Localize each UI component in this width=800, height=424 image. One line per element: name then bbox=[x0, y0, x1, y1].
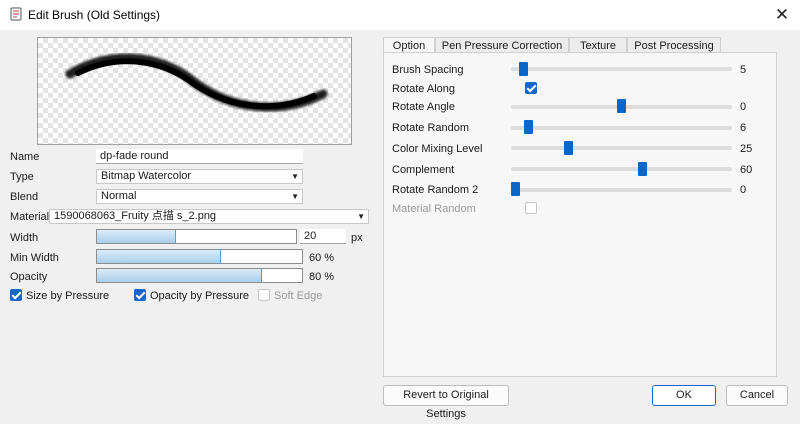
brush-preview bbox=[37, 37, 352, 145]
complement-slider-thumb[interactable] bbox=[638, 162, 648, 176]
material-random-label: Material Random bbox=[392, 203, 476, 215]
rotate-random-label: Rotate Random bbox=[392, 122, 470, 134]
opacity-label: Opacity bbox=[10, 271, 48, 283]
opacity-value: 80 % bbox=[309, 271, 335, 283]
cancel-button[interactable]: Cancel bbox=[726, 385, 788, 406]
material-label: Material bbox=[10, 211, 50, 223]
chevron-down-icon: ▼ bbox=[291, 172, 299, 181]
rotate-angle-label: Rotate Angle bbox=[392, 101, 455, 113]
brush-spacing-slider-thumb[interactable] bbox=[519, 62, 529, 76]
opacity-by-pressure-checkbox[interactable] bbox=[134, 289, 146, 301]
brush-spacing-track[interactable] bbox=[511, 67, 732, 71]
rotate-angle-slider-thumb[interactable] bbox=[617, 99, 626, 113]
blend-label: Blend bbox=[10, 191, 39, 203]
rotate-random-2-value: 0 bbox=[740, 184, 747, 196]
tab-post-processing[interactable]: Post Processing bbox=[627, 37, 721, 53]
type-select[interactable]: Bitmap Watercolor ▼ bbox=[96, 169, 303, 184]
revert-button[interactable]: Revert to Original Settings bbox=[383, 385, 509, 420]
blend-select-value: Normal bbox=[101, 190, 137, 202]
width-label: Width bbox=[10, 232, 39, 244]
brush-app-icon bbox=[9, 7, 23, 22]
close-icon[interactable]: ✕ bbox=[772, 5, 792, 25]
complement-value: 60 bbox=[740, 164, 753, 176]
brush-spacing-label: Brush Spacing bbox=[392, 64, 464, 76]
opacity-bar-fill bbox=[97, 269, 262, 282]
brush-spacing-value: 5 bbox=[740, 64, 747, 76]
type-label: Type bbox=[10, 171, 34, 183]
width-bar-fill bbox=[97, 230, 176, 243]
rotate-random-track[interactable] bbox=[511, 126, 732, 130]
width-input[interactable]: 20 bbox=[300, 229, 346, 244]
material-select[interactable]: 1590068063_Fruity 点描 s_2.png ▼ bbox=[49, 209, 369, 224]
complement-label: Complement bbox=[392, 164, 455, 176]
min-width-label: Min Width bbox=[10, 252, 59, 264]
rotate-along-checkbox[interactable] bbox=[525, 82, 537, 94]
opacity-by-pressure-label: Opacity by Pressure bbox=[150, 290, 250, 302]
tab-texture[interactable]: Texture bbox=[569, 37, 627, 53]
opacity-bar[interactable] bbox=[96, 268, 303, 283]
ok-button[interactable]: OK bbox=[652, 385, 716, 406]
material-select-value: 1590068063_Fruity 点描 s_2.png bbox=[54, 210, 217, 222]
rotate-angle-value: 0 bbox=[740, 101, 747, 113]
size-by-pressure-label: Size by Pressure bbox=[26, 290, 110, 302]
rotate-random-value: 6 bbox=[740, 122, 747, 134]
rotate-random-2-track[interactable] bbox=[511, 188, 732, 192]
chevron-down-icon: ▼ bbox=[357, 212, 365, 221]
rotate-random-2-label: Rotate Random 2 bbox=[392, 184, 479, 196]
rotate-random-2-slider-thumb[interactable] bbox=[511, 182, 520, 196]
color-mixing-track[interactable] bbox=[511, 146, 732, 150]
tab-pen-pressure-correction[interactable]: Pen Pressure Correction bbox=[435, 37, 569, 53]
soft-edge-label: Soft Edge bbox=[274, 290, 323, 302]
blend-select[interactable]: Normal ▼ bbox=[96, 189, 303, 204]
rotate-along-label: Rotate Along bbox=[392, 83, 455, 95]
type-select-value: Bitmap Watercolor bbox=[101, 170, 192, 182]
width-unit: px bbox=[351, 232, 363, 244]
color-mixing-value: 25 bbox=[740, 143, 753, 155]
width-bar[interactable] bbox=[96, 229, 297, 244]
color-mixing-label: Color Mixing Level bbox=[392, 143, 483, 155]
material-random-checkbox[interactable] bbox=[525, 202, 537, 214]
min-width-bar-fill bbox=[97, 250, 221, 263]
rotate-random-slider-thumb[interactable] bbox=[523, 120, 533, 134]
complement-track[interactable] bbox=[511, 167, 732, 171]
size-by-pressure-checkbox[interactable] bbox=[10, 289, 22, 301]
window-title: Edit Brush (Old Settings) bbox=[28, 8, 161, 22]
color-mixing-slider-thumb[interactable] bbox=[564, 141, 573, 155]
soft-edge-checkbox[interactable] bbox=[258, 289, 270, 301]
min-width-value: 60 % bbox=[309, 252, 335, 264]
chevron-down-icon: ▼ bbox=[291, 192, 299, 201]
min-width-bar[interactable] bbox=[96, 249, 303, 264]
name-field[interactable]: dp-fade round bbox=[96, 149, 303, 164]
name-label: Name bbox=[10, 151, 40, 163]
